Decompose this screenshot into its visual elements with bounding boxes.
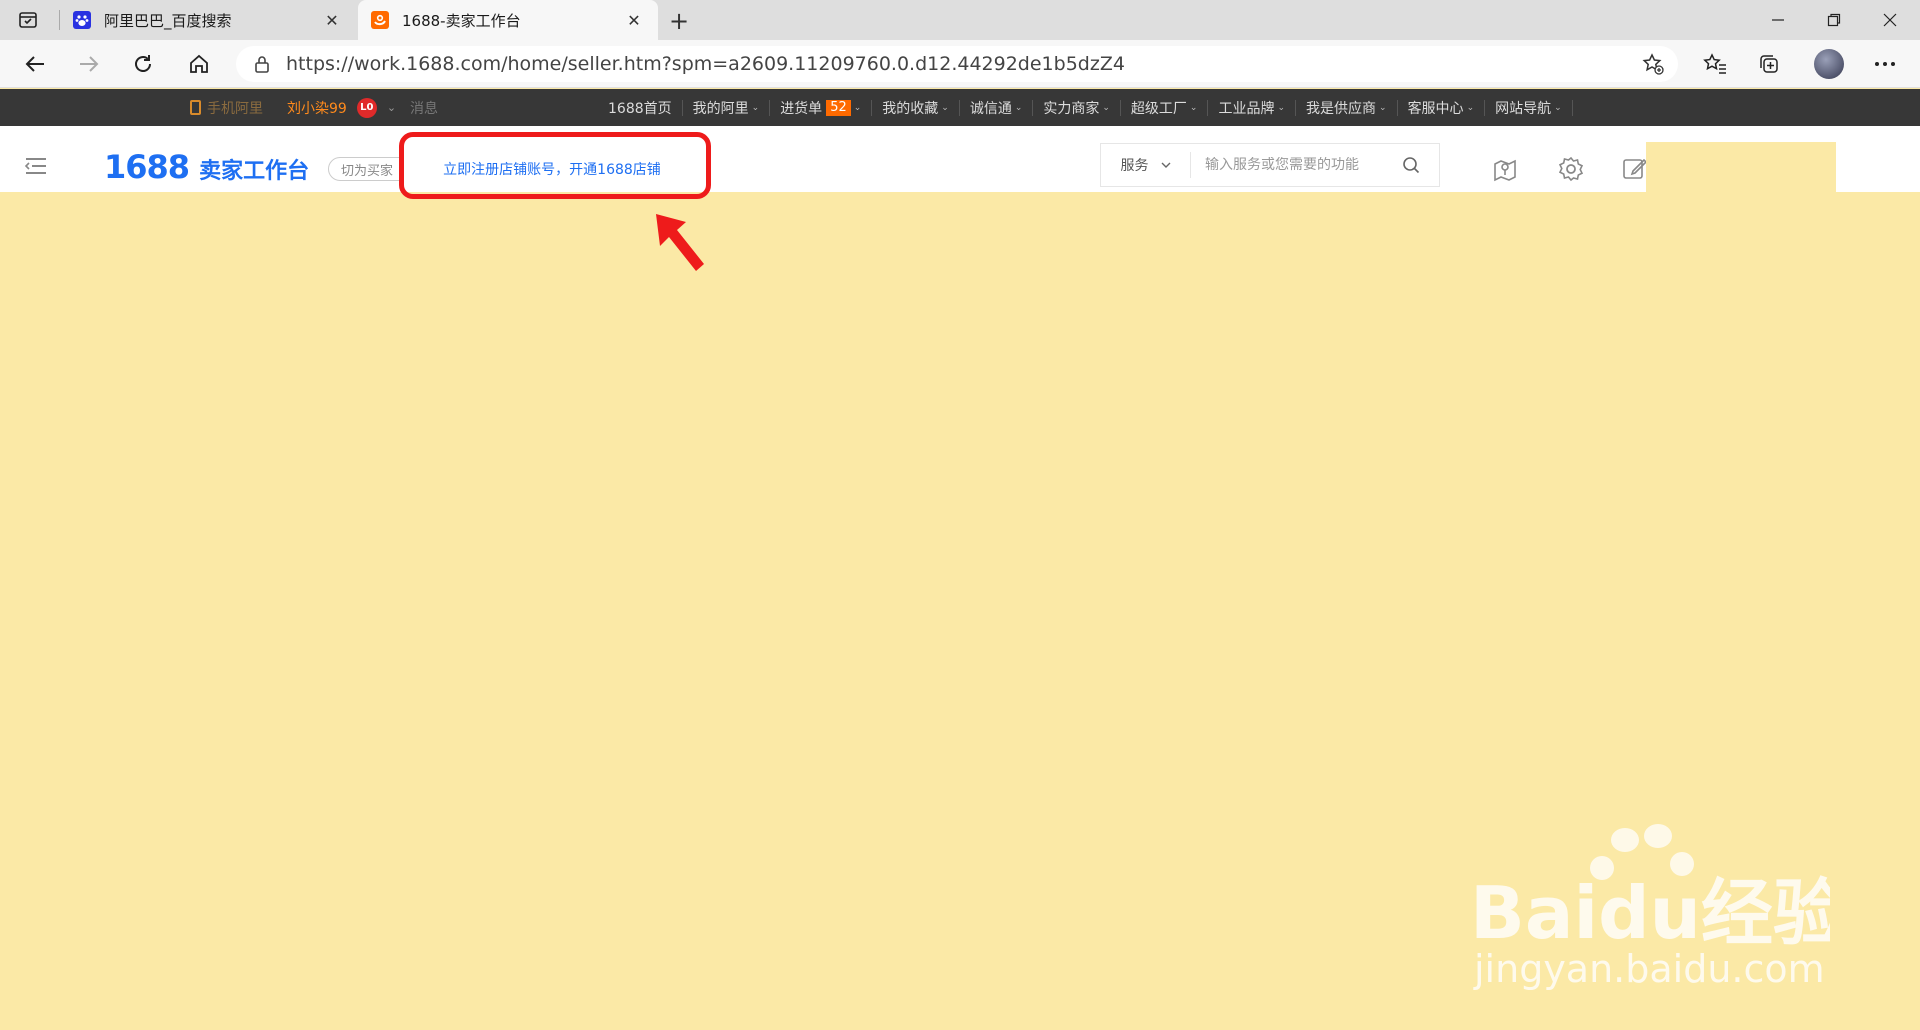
redacted-area [1646, 142, 1836, 192]
logo-text: 卖家工作台 [199, 159, 310, 184]
chevron-down-icon: ⌄ [853, 102, 862, 113]
menu-collapse-icon[interactable] [24, 156, 48, 176]
map-location-icon[interactable] [1490, 154, 1520, 184]
nav-label: 实力商家 [1043, 100, 1100, 117]
nav-customer-service[interactable]: 客服中心 ⌄ [1398, 99, 1486, 117]
chevron-down-icon: ⌄ [1554, 102, 1562, 113]
new-tab-plus-icon[interactable]: + [666, 7, 692, 35]
tab-baidu-search[interactable]: 阿里巴巴_百度搜索 ✕ [60, 0, 356, 40]
level-badge: L0 [356, 97, 377, 118]
nav-supplier[interactable]: 我是供应商 ⌄ [1296, 99, 1398, 117]
nav-label: 客服中心 [1407, 100, 1464, 117]
add-favorite-star-icon[interactable] [1642, 53, 1664, 75]
search-input[interactable] [1191, 157, 1401, 173]
nav-strong-merchant[interactable]: 实力商家 ⌄ [1033, 99, 1121, 117]
more-options-icon[interactable] [1870, 50, 1900, 78]
nav-chengxintong[interactable]: 诚信通 ⌄ [960, 99, 1034, 117]
nav-label: 我是供应商 [1306, 100, 1377, 117]
nav-favorites[interactable]: 我的收藏 ⌄ [872, 99, 960, 117]
tab-actions-icon[interactable] [16, 8, 40, 32]
service-search: 服务 [1100, 143, 1440, 187]
nav-label: 进货单 [780, 100, 823, 117]
restore-icon[interactable] [1806, 0, 1862, 40]
watermark-brand: Baidu经验 [1470, 871, 1830, 955]
tab-title: 阿里巴巴_百度搜索 [104, 11, 232, 30]
alibaba-icon [370, 10, 390, 30]
logo-number: 1688 [104, 148, 190, 186]
chevron-down-icon: ⌄ [386, 101, 397, 114]
close-tab-icon[interactable]: ✕ [320, 8, 344, 32]
phone-icon [190, 100, 201, 115]
nav-label: 诚信通 [969, 100, 1012, 117]
nav-label: 网站导航 [1495, 100, 1552, 117]
browser-tab-strip: 阿里巴巴_百度搜索 ✕ 1688-卖家工作台 ✕ + [0, 0, 1920, 40]
nav-label: 超级工厂 [1130, 100, 1187, 117]
tab-title: 1688-卖家工作台 [402, 11, 521, 30]
back-arrow-icon[interactable] [20, 50, 50, 78]
profile-avatar[interactable] [1814, 49, 1844, 79]
collections-icon[interactable] [1754, 50, 1784, 78]
browser-toolbar: https://work.1688.com/home/seller.htm?sp… [0, 40, 1920, 88]
chevron-down-icon: ⌄ [1379, 102, 1387, 113]
nav-label: 我的阿里 [692, 100, 749, 117]
nav-label: 工业品牌 [1218, 100, 1275, 117]
address-bar[interactable]: https://work.1688.com/home/seller.htm?sp… [236, 46, 1678, 82]
minimize-icon[interactable] [1750, 0, 1806, 40]
search-scope-label: 服务 [1120, 158, 1149, 174]
chevron-down-icon: ⌄ [1102, 102, 1110, 113]
search-icon[interactable] [1401, 155, 1421, 175]
chevron-down-icon: ⌄ [1189, 102, 1198, 113]
username: 刘小染99 [287, 100, 347, 117]
tab-1688-seller[interactable]: 1688-卖家工作台 ✕ [358, 0, 658, 40]
nav-super-factory[interactable]: 超级工厂 ⌄ [1121, 99, 1209, 117]
chevron-down-icon: ⌄ [1466, 102, 1475, 113]
nav-label: 1688首页 [608, 100, 672, 117]
username-link[interactable]: 刘小染99 L0 ⌄ [287, 97, 397, 118]
lock-icon[interactable] [252, 54, 272, 74]
favorites-icon[interactable] [1700, 50, 1730, 78]
forward-arrow-icon[interactable] [74, 50, 104, 78]
mobile-alibaba-link[interactable]: 手机阿里 [190, 98, 263, 118]
baidu-paw-icon [72, 10, 92, 30]
watermark-url: jingyan.baidu.com [1473, 947, 1825, 990]
nav-label: 我的收藏 [882, 100, 939, 117]
chevron-down-icon: ⌄ [941, 102, 949, 113]
top-nav-links: 1688首页 我的阿里 ⌄ 进货单 52 ⌄ 我的收藏 ⌄ 诚信通 ⌄ 实力商家 ⌄ 超级工… [598, 89, 1573, 126]
home-icon[interactable] [184, 50, 214, 78]
mobile-alibaba-label: 手机阿里 [207, 100, 263, 117]
seller-header: 1688 卖家工作台 切为买家 立即注册店铺账号，开通1688店铺 服务 [0, 126, 1920, 192]
nav-industrial-brand[interactable]: 工业品牌 ⌄ [1208, 99, 1297, 117]
messages-link[interactable]: 消息 [410, 98, 438, 118]
seller-workbench-logo[interactable]: 1688 卖家工作台 [104, 148, 309, 186]
close-window-icon[interactable] [1862, 0, 1918, 40]
chevron-down-icon: ⌄ [1014, 102, 1023, 113]
nav-my-alibaba[interactable]: 我的阿里 ⌄ [683, 99, 771, 117]
nav-cart[interactable]: 进货单 52 ⌄ [770, 99, 873, 117]
chevron-down-icon: ⌄ [751, 102, 760, 113]
chevron-down-icon: ⌄ [1277, 102, 1286, 113]
baidu-jingyan-watermark: Baidu经验 jingyan.baidu.com [1470, 824, 1830, 990]
annotation-arrow-icon [656, 214, 704, 271]
annotation-highlight-box [399, 132, 711, 199]
search-scope-dropdown[interactable]: 服务 [1101, 152, 1191, 178]
close-tab-icon[interactable]: ✕ [622, 8, 646, 32]
nav-1688-home[interactable]: 1688首页 [598, 99, 683, 117]
page: 阿里巴巴_百度搜索 ✕ 1688-卖家工作台 ✕ + https://work.… [0, 0, 1920, 1030]
site-top-bar: 手机阿里 刘小染99 L0 ⌄ 消息 1688首页 我的阿里 ⌄ 进货单 52 ⌄ 我… [0, 89, 1920, 126]
gear-icon[interactable] [1556, 154, 1586, 184]
cart-count-badge: 52 [826, 99, 851, 116]
refresh-icon[interactable] [128, 50, 158, 78]
nav-site-navigation[interactable]: 网站导航 ⌄ [1485, 99, 1573, 117]
url-text: https://work.1688.com/home/seller.htm?sp… [286, 53, 1125, 75]
chevron-down-icon [1161, 162, 1170, 168]
